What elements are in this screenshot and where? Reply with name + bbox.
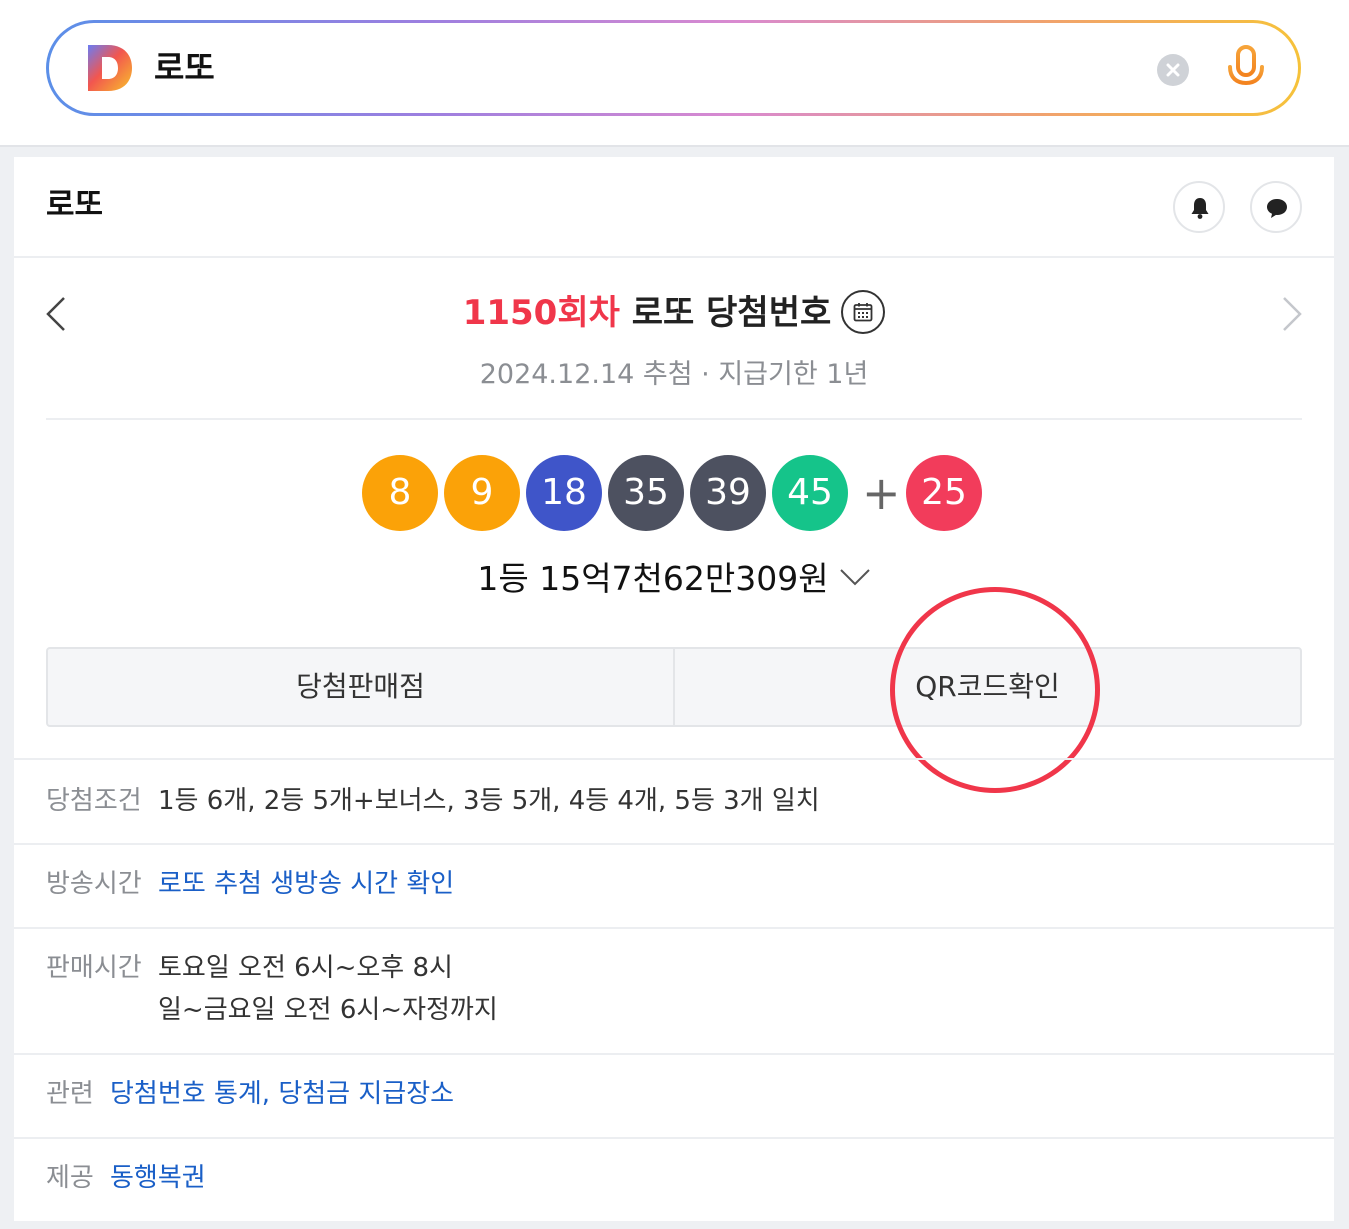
winning-store-button[interactable]: 당첨판매점 bbox=[48, 649, 673, 725]
info-value: 1등 6개, 2등 5개+보너스, 3등 5개, 4등 4개, 5등 3개 일치 bbox=[158, 786, 820, 816]
search-bar: 로또 bbox=[46, 20, 1301, 116]
info-row-sales: 판매시간 토요일 오전 6시~오후 8시 일~금요일 오전 6시~자정까지 bbox=[14, 929, 1334, 1055]
number-ball: 18 bbox=[526, 455, 602, 531]
info-label: 판매시간 bbox=[46, 953, 142, 983]
draw-date: 2024.12.14 추첨 · 지급기한 1년 bbox=[479, 359, 869, 390]
daum-logo-icon[interactable] bbox=[86, 43, 134, 93]
lotto-card: 로또 1150회차 로또 당첨번호 2024.12.14 추첨 · 지급기한 1… bbox=[14, 157, 1334, 1221]
search-input[interactable]: 로또 bbox=[154, 47, 215, 89]
info-row-provider: 제공 동행복권 bbox=[14, 1139, 1334, 1221]
draw-round: 1150회차 bbox=[462, 293, 620, 333]
calendar-icon[interactable] bbox=[841, 290, 886, 334]
info-label: 관련 bbox=[46, 1079, 94, 1109]
info-label: 제공 bbox=[46, 1163, 94, 1193]
card-header: 로또 bbox=[14, 157, 1334, 258]
number-ball: 35 bbox=[608, 455, 684, 531]
divider bbox=[46, 418, 1302, 420]
search-box[interactable]: 로또 bbox=[49, 23, 1298, 113]
chevron-right-icon[interactable] bbox=[1280, 296, 1304, 332]
first-prize-amount: 1등 15억7천62만309원 bbox=[477, 559, 829, 598]
stats-link[interactable]: 당첨번호 통계 bbox=[110, 1079, 262, 1109]
bonus-ball: 25 bbox=[906, 455, 982, 531]
info-label: 당첨조건 bbox=[46, 786, 142, 816]
plus-sign: + bbox=[862, 466, 901, 520]
search-header: 로또 bbox=[0, 0, 1349, 147]
draw-title-text: 로또 당첨번호 bbox=[631, 293, 832, 333]
info-row-condition: 당첨조건 1등 6개, 2등 5개+보너스, 3등 5개, 4등 4개, 5등 … bbox=[14, 760, 1334, 845]
clear-icon[interactable] bbox=[1157, 54, 1189, 86]
info-value: 토요일 오전 6시~오후 8시 bbox=[158, 953, 453, 983]
info-label: 방송시간 bbox=[46, 869, 142, 899]
winning-numbers: 8 9 18 35 39 45 + 25 bbox=[14, 455, 1334, 531]
number-ball: 8 bbox=[362, 455, 438, 531]
draw-title: 1150회차 로또 당첨번호 bbox=[14, 290, 1334, 335]
number-ball: 9 bbox=[444, 455, 520, 531]
chat-bubble-icon[interactable] bbox=[1250, 181, 1302, 233]
bell-icon[interactable] bbox=[1173, 181, 1225, 233]
card-title: 로또 bbox=[46, 187, 104, 223]
broadcast-time-link[interactable]: 로또 추첨 생방송 시간 확인 bbox=[158, 863, 454, 905]
number-ball: 45 bbox=[772, 455, 848, 531]
prize-summary[interactable]: 1등 15억7천62만309원 bbox=[14, 557, 1334, 601]
microphone-icon[interactable] bbox=[1225, 45, 1267, 93]
related-links: 당첨번호 통계, 당첨금 지급장소 bbox=[110, 1073, 454, 1115]
provider-link[interactable]: 동행복권 bbox=[110, 1157, 206, 1199]
info-value: 일~금요일 오전 6시~자정까지 bbox=[158, 995, 498, 1025]
chevron-down-icon[interactable] bbox=[839, 568, 871, 586]
info-row-related: 관련 당첨번호 통계, 당첨금 지급장소 bbox=[14, 1055, 1334, 1139]
link-separator: , bbox=[261, 1079, 279, 1109]
number-ball: 39 bbox=[690, 455, 766, 531]
prize-location-link[interactable]: 당첨금 지급장소 bbox=[278, 1079, 454, 1109]
action-buttons: 당첨판매점 QR코드확인 bbox=[46, 647, 1302, 727]
info-row-broadcast: 방송시간 로또 추첨 생방송 시간 확인 bbox=[14, 845, 1334, 929]
